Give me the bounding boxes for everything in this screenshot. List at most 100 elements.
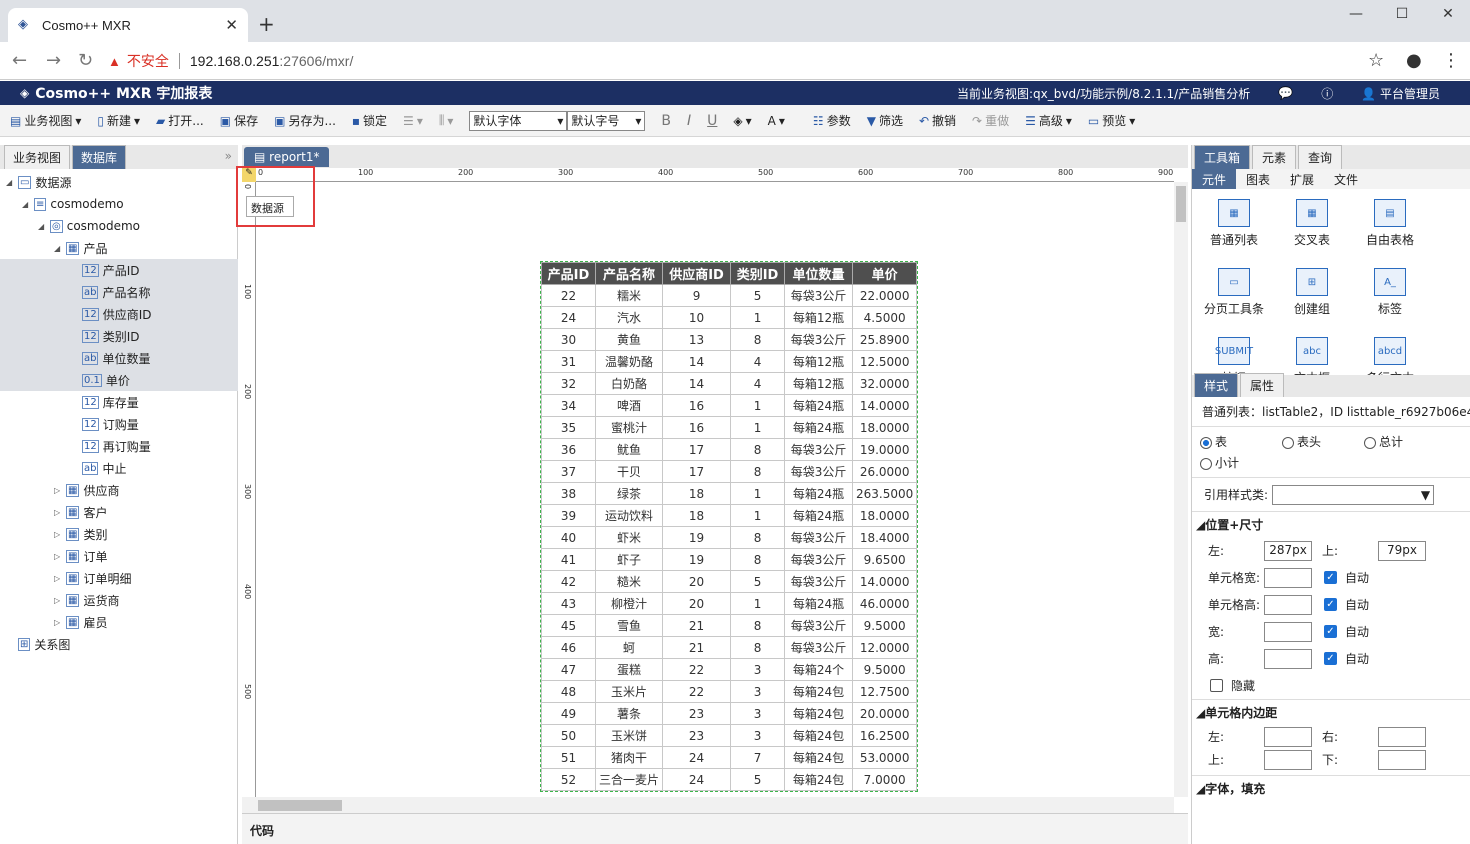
table-cell[interactable]: 17 <box>662 438 732 461</box>
table-cell[interactable]: 每箱24瓶 <box>784 504 854 527</box>
cell-height-input[interactable] <box>1264 594 1312 615</box>
table-cell[interactable]: 蚵 <box>594 636 664 659</box>
table-cell[interactable]: 啤酒 <box>594 394 664 417</box>
table-cell[interactable]: 24 <box>541 306 596 329</box>
tree-node[interactable]: ▷ ▦ 客户 <box>0 501 238 523</box>
table-cell[interactable]: 25.8900 <box>852 328 918 351</box>
table-cell[interactable]: 黄鱼 <box>594 328 664 351</box>
table-cell[interactable]: 9.5000 <box>852 658 918 681</box>
param-button[interactable]: ☷ 参数 <box>813 112 851 129</box>
tree-node[interactable]: 12 再订购量 <box>0 435 238 457</box>
back-icon[interactable]: ← <box>12 50 27 71</box>
table-cell[interactable]: 1 <box>730 394 786 417</box>
checkbox-unchecked-icon[interactable] <box>1210 679 1223 692</box>
table-cell[interactable]: 12.5000 <box>852 350 918 373</box>
toolbox-item[interactable]: abcd 多行文本 <box>1352 337 1428 375</box>
checkbox-checked-icon[interactable]: ✓ <box>1324 598 1337 611</box>
table-cell[interactable]: 柳橙汁 <box>594 592 664 615</box>
tab-toolbox[interactable]: 工具箱 <box>1194 145 1251 169</box>
horizontal-scroll-thumb[interactable] <box>258 800 342 811</box>
table-cell[interactable]: 23 <box>662 724 732 747</box>
table-cell[interactable]: 49 <box>541 702 596 725</box>
table-cell[interactable]: 20 <box>662 592 732 615</box>
table-cell[interactable]: 18 <box>662 482 732 505</box>
table-cell[interactable]: 24 <box>662 768 732 791</box>
toolbox-item[interactable]: A_ 标签 <box>1352 268 1428 317</box>
toolbox-item[interactable]: ⊞ 创建组 <box>1274 268 1350 317</box>
table-cell[interactable]: 52 <box>541 768 596 791</box>
table-cell[interactable]: 263.5000 <box>852 482 918 505</box>
table-cell[interactable]: 8 <box>730 328 786 351</box>
underline-button[interactable]: U <box>707 113 717 129</box>
tree-node[interactable]: ▷ ▦ 类别 <box>0 523 238 545</box>
cell-width-input[interactable] <box>1264 567 1312 588</box>
chat-icon[interactable]: 💬 <box>1278 86 1293 100</box>
table-cell[interactable]: 43 <box>541 592 596 615</box>
table-cell[interactable]: 18 <box>662 504 732 527</box>
table-cell[interactable]: 5 <box>730 768 786 791</box>
toolbox-item[interactable]: ▤ 自由表格 <box>1352 199 1428 248</box>
info-icon[interactable]: ⓘ <box>1321 85 1333 102</box>
table-cell[interactable]: 26.0000 <box>852 460 918 483</box>
italic-button[interactable]: I <box>687 113 691 129</box>
toolbox-item[interactable]: ▦ 交叉表 <box>1274 199 1350 248</box>
table-header-cell[interactable]: 单价 <box>852 262 918 285</box>
fill-color-button[interactable]: ◈ ▾ <box>733 114 751 128</box>
list-table[interactable]: 产品ID 产品名称 供应商ID 类别ID 单位数量 单价 22 糯米 9 5 每袋3公斤 22.000… <box>540 261 919 792</box>
table-cell[interactable]: 30 <box>541 328 596 351</box>
browser-tab[interactable]: ◈ Cosmo++ MXR ✕ <box>8 8 248 42</box>
table-cell[interactable]: 8 <box>730 614 786 637</box>
font-size-select[interactable]: 默认字号 ▾ <box>567 110 646 131</box>
font-family-select[interactable]: 默认字体 ▾ <box>469 110 568 131</box>
horizontal-scrollbar[interactable] <box>242 797 1174 813</box>
toolbox-item[interactable]: abc 文本框 <box>1274 337 1350 375</box>
radio-total[interactable]: 总计 <box>1364 433 1446 450</box>
table-cell[interactable]: 48 <box>541 680 596 703</box>
table-cell[interactable]: 45 <box>541 614 596 637</box>
checkbox-checked-icon[interactable]: ✓ <box>1324 652 1337 665</box>
tab-style[interactable]: 样式 <box>1194 373 1239 397</box>
table-cell[interactable]: 每袋3公斤 <box>784 548 854 571</box>
forward-icon[interactable]: → <box>46 50 61 71</box>
table-cell[interactable]: 18.0000 <box>852 416 918 439</box>
tree-node[interactable]: ab 产品名称 <box>0 281 238 303</box>
table-cell[interactable]: 12.0000 <box>852 636 918 659</box>
tree-node[interactable]: 12 订购量 <box>0 413 238 435</box>
table-cell[interactable]: 18.4000 <box>852 526 918 549</box>
tree-node[interactable]: ◢ ▭ 数据源 <box>0 171 238 193</box>
expand-toggle-icon[interactable]: ▷ <box>54 552 66 561</box>
table-cell[interactable]: 32.0000 <box>852 372 918 395</box>
code-panel-header[interactable]: 代码 <box>242 813 1188 844</box>
table-cell[interactable]: 14.0000 <box>852 394 918 417</box>
radio-header[interactable]: 表头 <box>1282 433 1364 450</box>
table-cell[interactable]: 37 <box>541 460 596 483</box>
tree-node[interactable]: 12 类别ID <box>0 325 238 347</box>
table-cell[interactable]: 10 <box>662 306 732 329</box>
table-cell[interactable]: 16 <box>662 416 732 439</box>
profile-icon[interactable]: ● <box>1406 50 1422 71</box>
table-cell[interactable]: 每箱24瓶 <box>784 592 854 615</box>
table-cell[interactable]: 9 <box>662 284 732 307</box>
pad-right-input[interactable] <box>1378 726 1426 747</box>
tree-node[interactable]: ▷ ▦ 运货商 <box>0 589 238 611</box>
table-cell[interactable]: 三合一麦片 <box>594 768 664 791</box>
table-cell[interactable]: 7 <box>730 746 786 769</box>
toolbox-item[interactable]: ▭ 分页工具条 <box>1196 268 1272 317</box>
expand-toggle-icon[interactable]: ▷ <box>54 618 66 627</box>
table-cell[interactable]: 每箱24包 <box>784 680 854 703</box>
table-cell[interactable]: 21 <box>662 636 732 659</box>
table-cell[interactable]: 53.0000 <box>852 746 918 769</box>
radio-table[interactable]: 表 <box>1200 433 1282 450</box>
minimize-icon[interactable]: — <box>1336 6 1376 22</box>
table-cell[interactable]: 薯条 <box>594 702 664 725</box>
table-cell[interactable]: 糙米 <box>594 570 664 593</box>
reload-icon[interactable]: ↻ <box>78 50 93 71</box>
checkbox-checked-icon[interactable]: ✓ <box>1324 625 1337 638</box>
tree-node[interactable]: ▷ ▦ 订单 <box>0 545 238 567</box>
tree-node[interactable]: 12 供应商ID <box>0 303 238 325</box>
table-cell[interactable]: 51 <box>541 746 596 769</box>
position-size-section[interactable]: ◢ 位置+尺寸 <box>1192 511 1470 537</box>
table-cell[interactable]: 雪鱼 <box>594 614 664 637</box>
width-input[interactable] <box>1264 621 1312 642</box>
pad-left-input[interactable] <box>1264 726 1312 747</box>
